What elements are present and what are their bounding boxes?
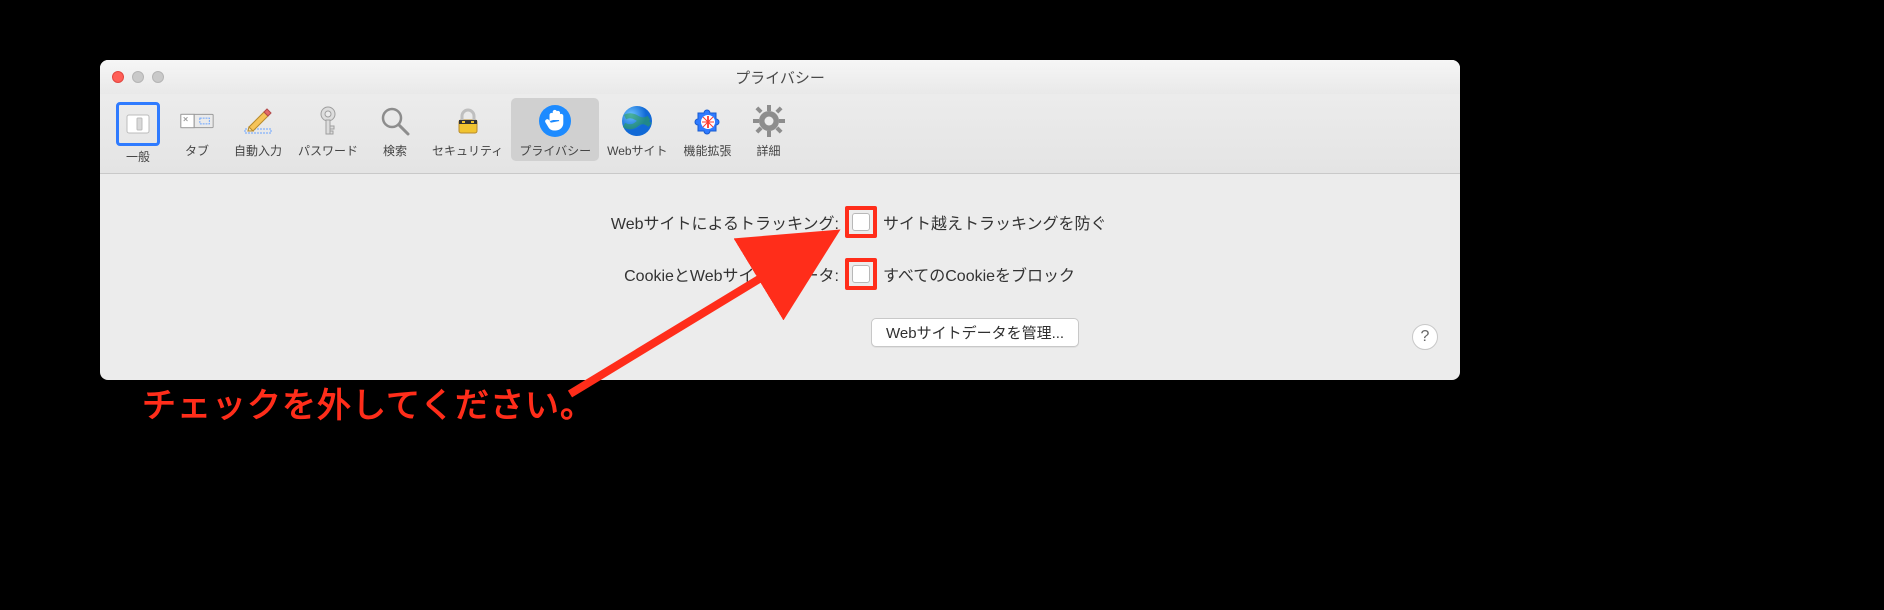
tab-label: 機能拡張 xyxy=(684,142,732,159)
tab-privacy[interactable]: プライバシー xyxy=(511,98,599,161)
content-pane: Webサイトによるトラッキング: サイト越えトラッキングを防ぐ CookieとW… xyxy=(100,174,1460,366)
globe-icon xyxy=(618,102,656,140)
close-window-button[interactable] xyxy=(112,71,124,83)
window-title: プライバシー xyxy=(100,67,1460,88)
tab-websites[interactable]: Webサイト xyxy=(599,98,675,161)
cookies-checkbox[interactable] xyxy=(852,265,870,283)
tab-label: タブ xyxy=(185,142,209,159)
tab-label: 詳細 xyxy=(757,142,781,159)
manage-row: Webサイトデータを管理... xyxy=(130,318,1430,347)
tab-passwords[interactable]: パスワード xyxy=(290,98,366,161)
tab-advanced[interactable]: 詳細 xyxy=(740,98,798,161)
tab-autofill[interactable]: 自動入力 xyxy=(226,98,290,161)
preferences-toolbar: 一般 タブ xyxy=(100,94,1460,174)
tab-label: セキュリティ xyxy=(432,142,503,159)
hand-icon xyxy=(536,102,574,140)
traffic-lights xyxy=(112,71,164,83)
setting-row-tracking: Webサイトによるトラッキング: サイト越えトラッキングを防ぐ xyxy=(130,206,1430,238)
magnifier-icon xyxy=(376,102,414,140)
tracking-checkbox[interactable] xyxy=(852,213,870,231)
tab-general[interactable]: 一般 xyxy=(108,98,168,167)
gear-icon xyxy=(750,102,788,140)
pencil-icon xyxy=(239,102,277,140)
minimize-window-button[interactable] xyxy=(132,71,144,83)
annotation-highlight xyxy=(845,258,877,290)
puzzle-icon xyxy=(689,102,727,140)
annotation-highlight xyxy=(845,206,877,238)
tab-label: プライバシー xyxy=(519,142,591,159)
tab-extensions[interactable]: 機能拡張 xyxy=(676,98,740,161)
tab-label: 一般 xyxy=(126,148,150,165)
tabs-icon xyxy=(178,102,216,140)
tab-security[interactable]: セキュリティ xyxy=(424,98,511,161)
maximize-window-button[interactable] xyxy=(152,71,164,83)
tab-label: パスワード xyxy=(298,142,358,159)
tracking-label: Webサイトによるトラッキング: xyxy=(130,210,845,234)
key-icon xyxy=(309,102,347,140)
preferences-window: プライバシー 一般 xyxy=(100,60,1460,380)
cookies-option-text: すべてのCookieをブロック xyxy=(883,262,1075,286)
manage-website-data-button[interactable]: Webサイトデータを管理... xyxy=(871,318,1079,347)
tab-label: Webサイト xyxy=(607,142,667,159)
cookies-label: CookieとWebサイトのデータ: xyxy=(130,262,845,286)
tab-search[interactable]: 検索 xyxy=(366,98,424,161)
help-icon: ? xyxy=(1421,328,1430,346)
tab-label: 検索 xyxy=(383,142,407,159)
setting-row-cookies: CookieとWebサイトのデータ: すべてのCookieをブロック xyxy=(130,258,1430,290)
titlebar: プライバシー xyxy=(100,60,1460,94)
lock-icon xyxy=(449,102,487,140)
tab-tabs[interactable]: タブ xyxy=(168,98,226,161)
switch-icon xyxy=(119,105,157,143)
tab-label: 自動入力 xyxy=(234,142,282,159)
help-button[interactable]: ? xyxy=(1412,324,1438,350)
tracking-option-text: サイト越えトラッキングを防ぐ xyxy=(883,210,1107,234)
annotation-text: チェックを外してください。 xyxy=(142,378,595,427)
